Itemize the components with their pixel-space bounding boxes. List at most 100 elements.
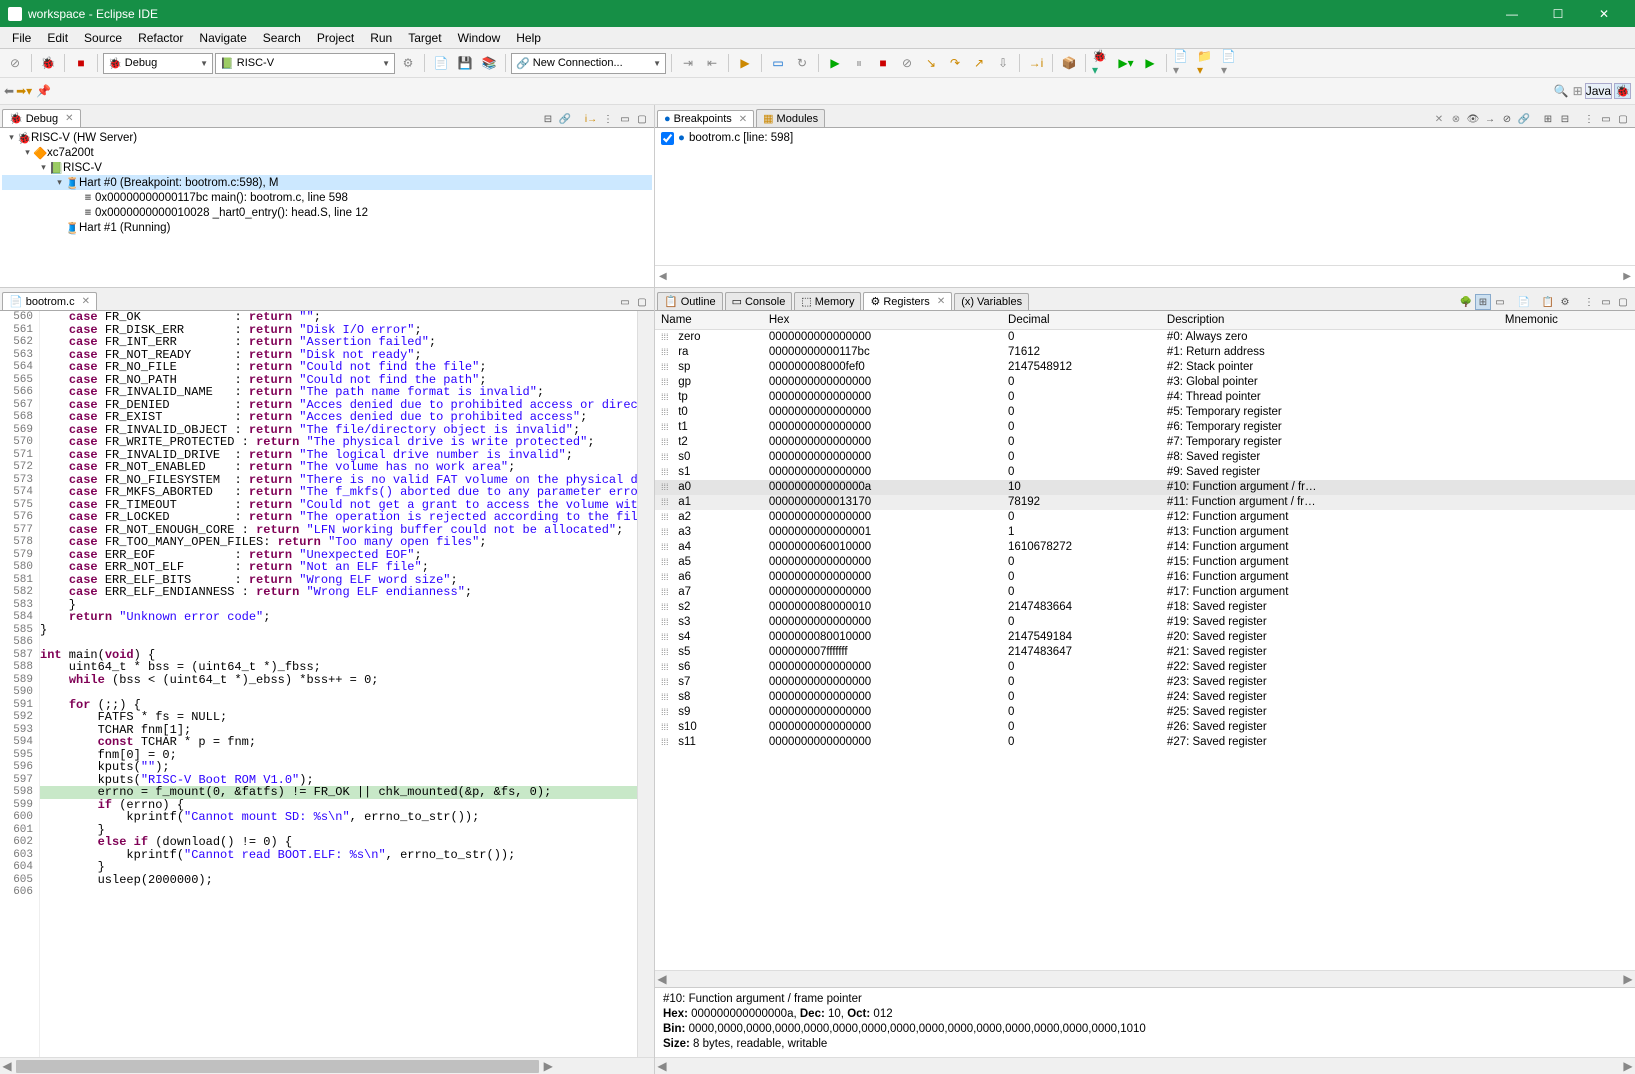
- connection-combo[interactable]: 🔗 New Connection...▼: [511, 53, 666, 74]
- debug-tab[interactable]: 🐞 Debug ✕: [2, 109, 81, 127]
- register-row[interactable]: ⁞⁞⁞ s200000000800000102147483664#18: Sav…: [655, 600, 1635, 615]
- debug-tree-item[interactable]: ▾🔶xc7a200t: [2, 145, 652, 160]
- target-combo[interactable]: 📗 RISC-V▼: [215, 53, 395, 74]
- debug-tree-item[interactable]: 🧵Hart #1 (Running): [2, 220, 652, 235]
- breakpoint-checkbox[interactable]: [661, 132, 674, 145]
- register-row[interactable]: ⁞⁞⁞ a700000000000000000#17: Function arg…: [655, 585, 1635, 600]
- new-package-button[interactable]: 📦: [1058, 52, 1080, 74]
- register-row[interactable]: ⁞⁞⁞ s900000000000000000#25: Saved regist…: [655, 705, 1635, 720]
- register-row[interactable]: ⁞⁞⁞ a200000000000000000#12: Function arg…: [655, 510, 1635, 525]
- debug-perspective-button[interactable]: 🐞: [1614, 83, 1631, 99]
- step-over-button[interactable]: ↷: [944, 52, 966, 74]
- run-to-button[interactable]: →i: [1025, 52, 1047, 74]
- refresh-button[interactable]: ↻: [791, 52, 813, 74]
- menu-edit[interactable]: Edit: [39, 29, 76, 47]
- coverage-button[interactable]: ▶: [1139, 52, 1161, 74]
- save-button[interactable]: 💾: [454, 52, 476, 74]
- debug-dropdown-button[interactable]: 🐞▾: [1091, 52, 1113, 74]
- breakpoint-item[interactable]: ● bootrom.c [line: 598]: [661, 130, 1629, 146]
- register-row[interactable]: ⁞⁞⁞ a300000000000000011#13: Function arg…: [655, 525, 1635, 540]
- nav-back-button[interactable]: ⬅: [4, 84, 14, 98]
- expand-bp-button[interactable]: ⊞: [1540, 111, 1556, 127]
- remove-bp-button[interactable]: ✕: [1431, 111, 1447, 127]
- close-icon[interactable]: ✕: [82, 296, 90, 307]
- close-icon[interactable]: ✕: [65, 113, 73, 124]
- register-row[interactable]: ⁞⁞⁞ s600000000000000000#22: Saved regist…: [655, 660, 1635, 675]
- debug-tree-panel[interactable]: ▾🐞RISC-V (HW Server)▾🔶xc7a200t▾📗RISC-V▾🧵…: [0, 128, 654, 288]
- menu-file[interactable]: File: [4, 29, 39, 47]
- tab-variables[interactable]: (x)Variables: [954, 293, 1029, 310]
- minimize-editor-button[interactable]: ▭: [617, 294, 633, 310]
- stop2-button[interactable]: ■: [872, 52, 894, 74]
- register-column-header[interactable]: Name: [655, 311, 763, 330]
- menu-refactor[interactable]: Refactor: [130, 29, 191, 47]
- search-button[interactable]: 🔍: [1554, 84, 1569, 98]
- register-row[interactable]: ⁞⁞⁞ s400000000800100002147549184#20: Sav…: [655, 630, 1635, 645]
- register-row[interactable]: ⁞⁞⁞ a1000000000001317078192#11: Function…: [655, 495, 1635, 510]
- debug-tree-item[interactable]: ≡0x0000000000010028 _hart0_entry(): head…: [2, 205, 652, 220]
- minimize-button[interactable]: —: [1489, 0, 1535, 27]
- registers-table[interactable]: NameHexDecimalDescriptionMnemonic ⁞⁞⁞ ze…: [655, 311, 1635, 970]
- tab-memory[interactable]: ⬚Memory: [794, 292, 861, 310]
- new-class-button[interactable]: 📄▾: [1172, 52, 1194, 74]
- register-row[interactable]: ⁞⁞⁞ s100000000000000000#9: Saved registe…: [655, 465, 1635, 480]
- play-button[interactable]: ▶: [824, 52, 846, 74]
- minimize-bp-button[interactable]: ▭: [1598, 111, 1614, 127]
- bp-menu-button[interactable]: ⋮: [1581, 111, 1597, 127]
- register-row[interactable]: ⁞⁞⁞ t100000000000000000#6: Temporary reg…: [655, 420, 1635, 435]
- pause-button[interactable]: ⏸: [848, 52, 870, 74]
- close-button[interactable]: ✕: [1581, 0, 1627, 27]
- menu-run[interactable]: Run: [362, 29, 400, 47]
- modules-tab[interactable]: ▦ Modules: [756, 109, 825, 127]
- register-row[interactable]: ⁞⁞⁞ zero00000000000000000#0: Always zero: [655, 330, 1635, 345]
- menu-help[interactable]: Help: [508, 29, 549, 47]
- goto-bp-button[interactable]: →: [1482, 111, 1498, 127]
- new-file-button[interactable]: 📄▾: [1220, 52, 1242, 74]
- resume-button[interactable]: ▶: [734, 52, 756, 74]
- step-return-button[interactable]: ↗: [968, 52, 990, 74]
- skip-breakpoints-button[interactable]: ⊘: [4, 52, 26, 74]
- step-into-button[interactable]: ↘: [920, 52, 942, 74]
- register-row[interactable]: ⁞⁞⁞ s1100000000000000000#27: Saved regis…: [655, 735, 1635, 750]
- debug-thread-button[interactable]: i→: [583, 111, 599, 127]
- minimize-view-button[interactable]: ▭: [617, 111, 633, 127]
- register-column-header[interactable]: Decimal: [1002, 311, 1161, 330]
- debug-tree-item[interactable]: ▾🧵Hart #0 (Breakpoint: bootrom.c:598), M: [2, 175, 652, 190]
- register-row[interactable]: ⁞⁞⁞ s800000000000000000#24: Saved regist…: [655, 690, 1635, 705]
- nav-fwd-button[interactable]: ➡▾: [16, 84, 32, 98]
- register-column-header[interactable]: Hex: [763, 311, 1002, 330]
- editor-hscrollbar[interactable]: ◀ ▶: [0, 1057, 654, 1074]
- registers-detail-hscrollbar[interactable]: ◀ ▶: [655, 1057, 1635, 1074]
- registers-hscrollbar[interactable]: ◀ ▶: [655, 970, 1635, 987]
- menu-project[interactable]: Project: [309, 29, 362, 47]
- register-row[interactable]: ⁞⁞⁞ ra00000000000117bc71612#1: Return ad…: [655, 345, 1635, 360]
- register-column-header[interactable]: Mnemonic: [1499, 311, 1635, 330]
- view-menu-button[interactable]: ⋮: [600, 111, 616, 127]
- register-row[interactable]: ⁞⁞⁞ sp000000008000fef02147548912#2: Stac…: [655, 360, 1635, 375]
- close-icon[interactable]: ✕: [937, 296, 945, 307]
- new-folder-button[interactable]: 📁▾: [1196, 52, 1218, 74]
- register-row[interactable]: ⁞⁞⁞ a0000000000000000a10#10: Function ar…: [655, 480, 1635, 495]
- open-perspective-button[interactable]: ⊞: [1573, 84, 1583, 98]
- link-bp-button[interactable]: 🔗: [1516, 111, 1532, 127]
- menu-search[interactable]: Search: [255, 29, 309, 47]
- grid-button[interactable]: ⊞: [1475, 294, 1491, 310]
- tab-registers[interactable]: ⚙Registers✕: [863, 292, 952, 310]
- code-editor[interactable]: 5605615625635645655665675685695705715725…: [0, 311, 654, 1057]
- tree-button[interactable]: 🌳: [1458, 294, 1474, 310]
- reg-menu-button[interactable]: ⋮: [1581, 294, 1597, 310]
- register-row[interactable]: ⁞⁞⁞ tp00000000000000000#4: Thread pointe…: [655, 390, 1635, 405]
- run-dropdown-button[interactable]: ▶▾: [1115, 52, 1137, 74]
- maximize-button[interactable]: ☐: [1535, 0, 1581, 27]
- target-settings-button[interactable]: ⚙: [397, 52, 419, 74]
- breakpoints-tab[interactable]: ● Breakpoints ✕: [657, 110, 754, 127]
- tab-outline[interactable]: 📋Outline: [657, 292, 723, 310]
- java-perspective-button[interactable]: Java: [1585, 83, 1612, 99]
- minimize-reg-button[interactable]: ▭: [1598, 294, 1614, 310]
- maximize-view-button[interactable]: ▢: [634, 111, 650, 127]
- collapse-bp-button[interactable]: ⊟: [1557, 111, 1573, 127]
- disconnect-button[interactable]: ⇥: [677, 52, 699, 74]
- collapse-button[interactable]: ⊟: [540, 111, 556, 127]
- register-row[interactable]: ⁞⁞⁞ s300000000000000000#19: Saved regist…: [655, 615, 1635, 630]
- register-row[interactable]: ⁞⁞⁞ s5000000007fffffff2147483647#21: Sav…: [655, 645, 1635, 660]
